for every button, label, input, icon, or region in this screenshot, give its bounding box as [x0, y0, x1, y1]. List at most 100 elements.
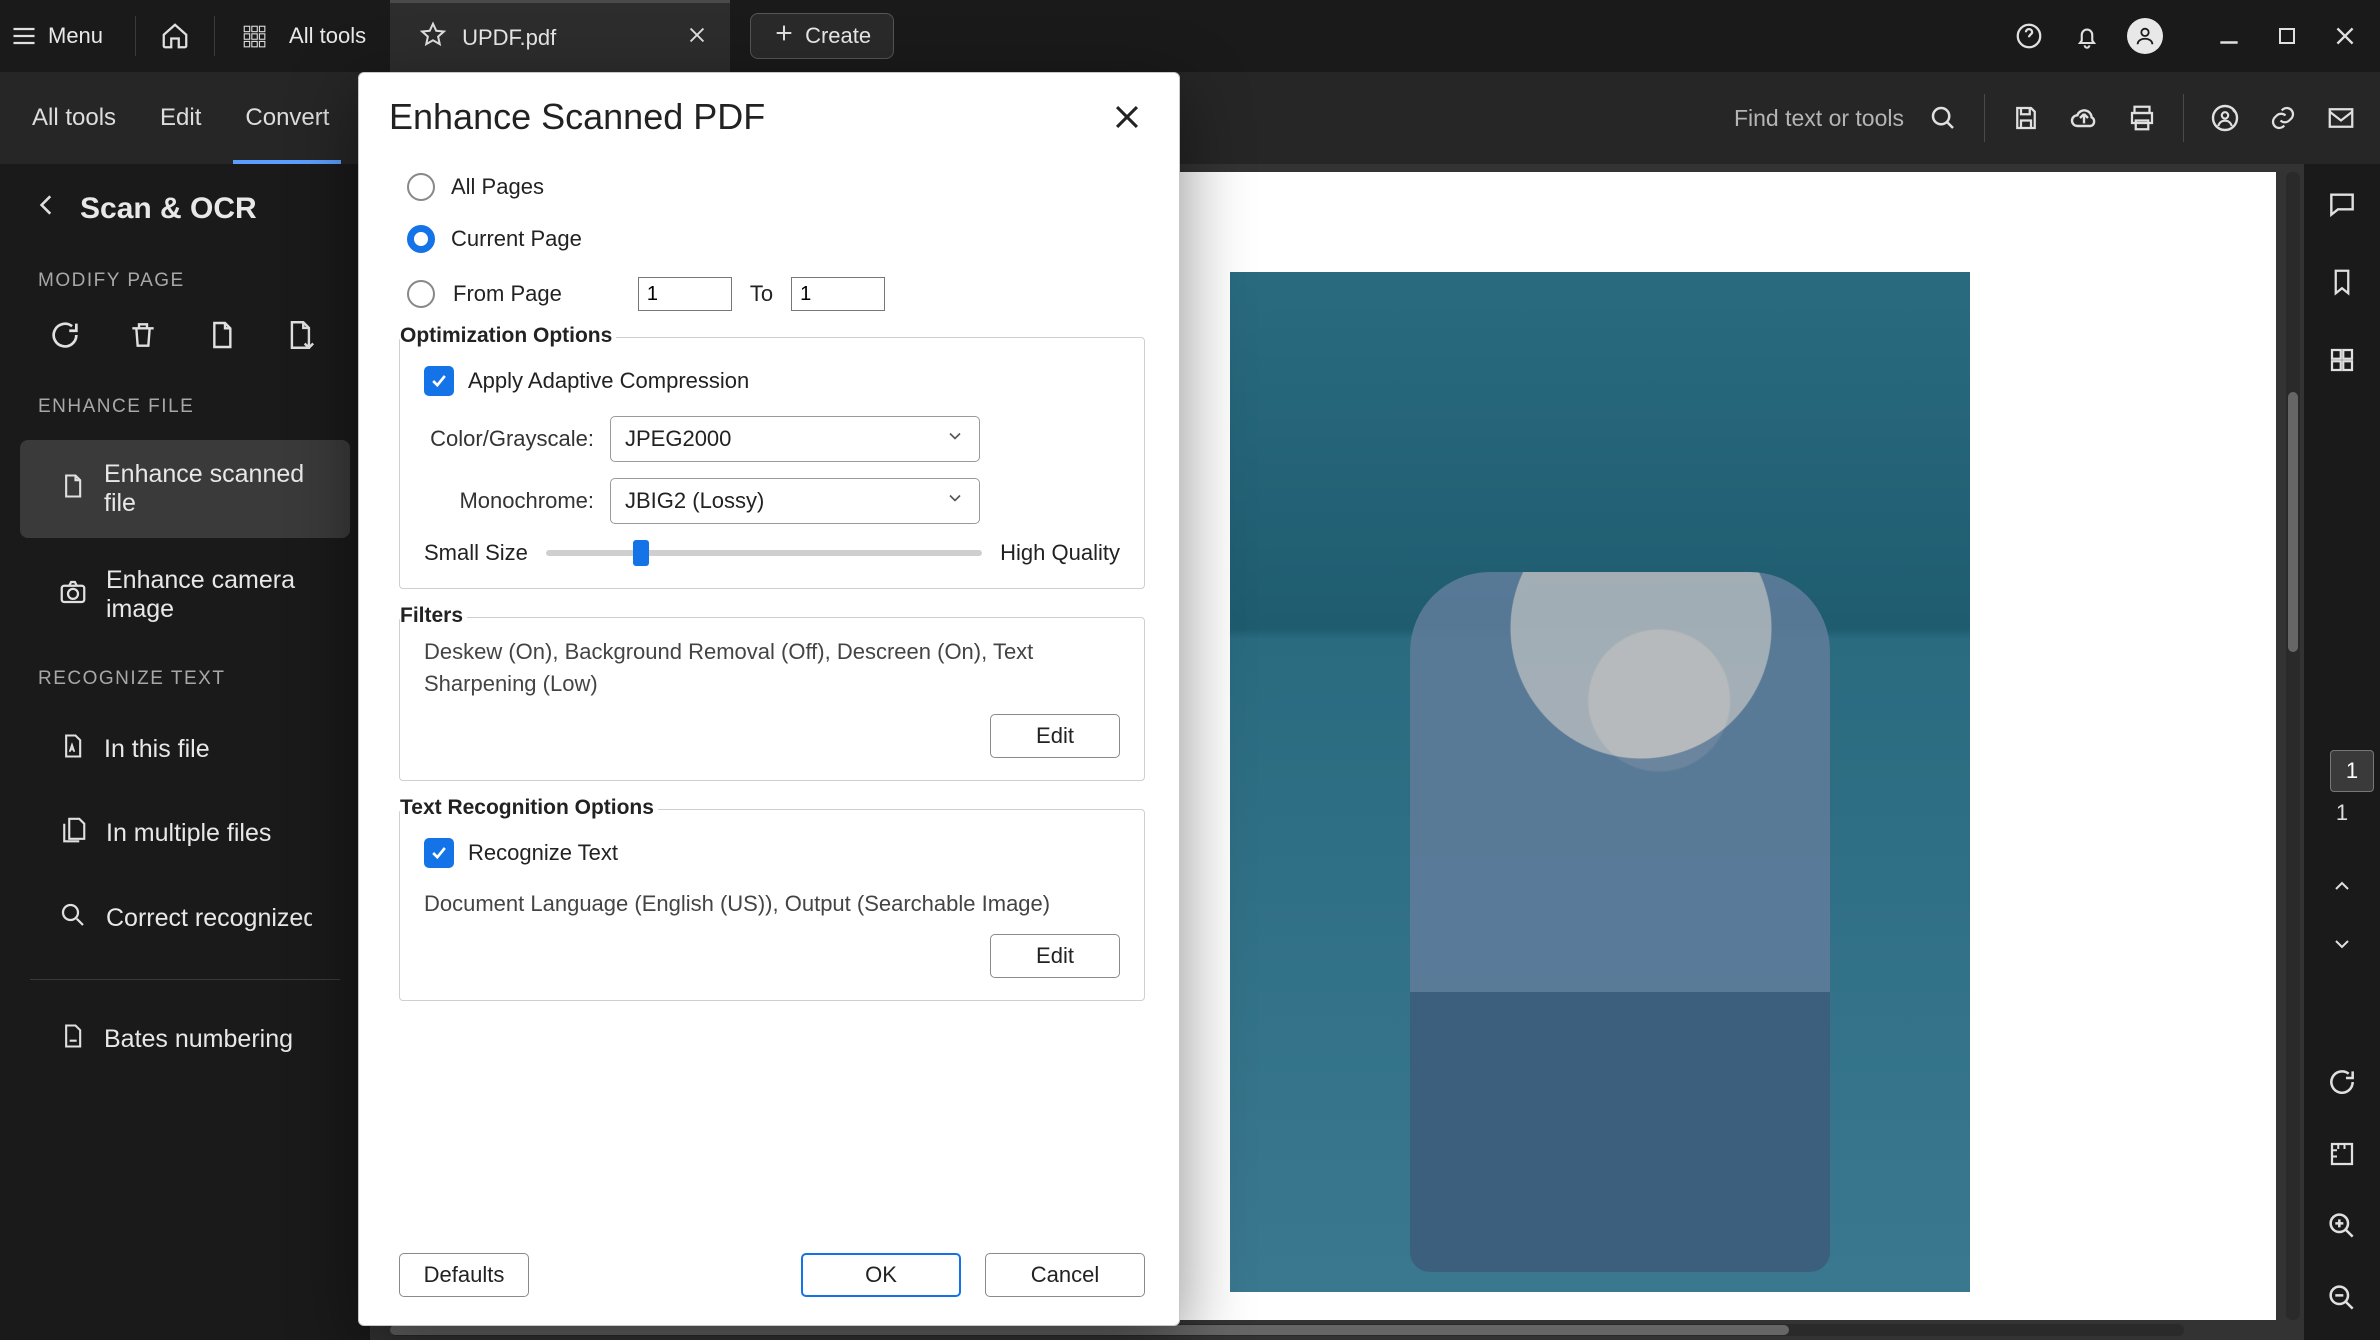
magnify-text-icon: [58, 900, 88, 937]
section-legend: Filters: [400, 604, 467, 628]
close-tab-icon[interactable]: [686, 24, 708, 52]
sidebar-item-bates-numbering[interactable]: Bates numbering: [20, 1002, 350, 1077]
tab-label: Convert: [245, 104, 329, 132]
search-icon[interactable]: [1914, 89, 1972, 147]
cancel-button[interactable]: Cancel: [985, 1253, 1145, 1297]
item-label: Correct recognized text: [106, 904, 312, 933]
documents-icon: [58, 815, 88, 852]
text-recognition-description: Document Language (English (US)), Output…: [424, 888, 1120, 920]
hamburger-icon[interactable]: [0, 0, 48, 72]
color-grayscale-select[interactable]: JPEG2000: [610, 416, 980, 462]
color-grayscale-label: Color/Grayscale:: [424, 426, 594, 452]
zoom-out-icon[interactable]: [2320, 1276, 2364, 1320]
vertical-scrollbar[interactable]: [2286, 172, 2300, 1320]
bates-icon: [58, 1022, 86, 1057]
dialog-title: Enhance Scanned PDF: [389, 96, 765, 138]
defaults-button[interactable]: Defaults: [399, 1253, 529, 1297]
camera-icon: [58, 577, 88, 614]
document-a-icon: [58, 732, 86, 767]
page-up-icon[interactable]: [2320, 864, 2364, 908]
sidebar-item-enhance-camera[interactable]: Enhance camera image: [20, 546, 350, 644]
sidebar-item-correct-recognized[interactable]: Correct recognized text: [20, 880, 350, 957]
ok-button[interactable]: OK: [801, 1253, 961, 1297]
link-icon[interactable]: [2254, 89, 2312, 147]
sidebar-item-in-this-file[interactable]: In this file: [20, 712, 350, 787]
checkbox-icon: [424, 366, 454, 396]
print-icon[interactable]: [2113, 89, 2171, 147]
thumbnails-panel-icon[interactable]: [2320, 338, 2364, 382]
help-icon[interactable]: [2004, 11, 2054, 61]
star-icon[interactable]: [418, 20, 448, 56]
radio-label: From Page: [453, 281, 562, 307]
mail-icon[interactable]: [2312, 89, 2370, 147]
all-tools-tab[interactable]: All tools: [289, 23, 366, 49]
section-modify-page: MODIFY PAGE: [0, 250, 370, 310]
radio-icon: [407, 280, 435, 308]
comments-panel-icon[interactable]: [2320, 182, 2364, 226]
radio-icon: [407, 225, 435, 253]
tab-label: Edit: [160, 104, 201, 132]
account-avatar[interactable]: [2120, 11, 2170, 61]
zoom-in-icon[interactable]: [2320, 1204, 2364, 1248]
filters-section: Filters Deskew (On), Background Removal …: [399, 617, 1145, 781]
save-icon[interactable]: [1997, 89, 2055, 147]
delete-icon[interactable]: [122, 314, 164, 356]
document-tab[interactable]: UPDF.pdf: [390, 0, 730, 72]
apply-adaptive-compression-checkbox[interactable]: Apply Adaptive Compression: [424, 366, 1120, 396]
apps-grid-icon[interactable]: [229, 11, 279, 61]
extract-page-icon[interactable]: [200, 314, 242, 356]
monochrome-select[interactable]: JBIG2 (Lossy): [610, 478, 980, 524]
rotate-view-icon[interactable]: [2320, 1060, 2364, 1104]
notifications-icon[interactable]: [2062, 11, 2112, 61]
window-close-icon[interactable]: [2320, 11, 2370, 61]
ruler-icon[interactable]: [2320, 1132, 2364, 1176]
to-page-input[interactable]: [791, 277, 885, 311]
radio-icon: [407, 173, 435, 201]
window-minimize-icon[interactable]: [2204, 11, 2254, 61]
tool-ribbon: All tools Edit Convert Find text or tool…: [0, 72, 2380, 164]
recognize-text-checkbox[interactable]: Recognize Text: [424, 838, 1120, 868]
section-enhance-file: ENHANCE FILE: [0, 376, 370, 436]
search-placeholder[interactable]: Find text or tools: [1734, 105, 1904, 132]
window-maximize-icon[interactable]: [2262, 11, 2312, 61]
from-page-input[interactable]: [638, 277, 732, 311]
button-label: OK: [865, 1262, 897, 1288]
plus-icon: [773, 22, 795, 50]
item-label: Enhance camera image: [106, 566, 312, 624]
sidebar-item-in-multiple-files[interactable]: In multiple files: [20, 795, 350, 872]
sidebar-item-enhance-scanned[interactable]: Enhance scanned file: [20, 440, 350, 538]
checkbox-label: Apply Adaptive Compression: [468, 368, 749, 394]
slider-thumb[interactable]: [633, 540, 649, 566]
create-button[interactable]: Create: [750, 13, 894, 59]
ribbon-tab-all-tools[interactable]: All tools: [10, 72, 138, 164]
window-titlebar: Menu All tools UPDF.pdf Create: [0, 0, 2380, 72]
text-recognition-section: Text Recognition Options Recognize Text …: [399, 809, 1145, 1001]
button-label: Edit: [1036, 943, 1074, 969]
select-value: JBIG2 (Lossy): [625, 488, 764, 514]
radio-all-pages[interactable]: All Pages: [407, 173, 1145, 201]
divider: [30, 979, 340, 980]
item-label: Bates numbering: [104, 1025, 293, 1054]
cloud-upload-icon[interactable]: [2055, 89, 2113, 147]
document-icon: [58, 472, 86, 507]
share-people-icon[interactable]: [2196, 89, 2254, 147]
text-recognition-edit-button[interactable]: Edit: [990, 934, 1120, 978]
bookmarks-panel-icon[interactable]: [2320, 260, 2364, 304]
chevron-down-icon: [945, 488, 965, 514]
ribbon-tab-edit[interactable]: Edit: [138, 72, 223, 164]
rotate-icon[interactable]: [44, 314, 86, 356]
radio-current-page[interactable]: Current Page: [407, 225, 1145, 253]
insert-page-icon[interactable]: [278, 314, 320, 356]
quality-slider[interactable]: [546, 550, 982, 556]
checkbox-icon: [424, 838, 454, 868]
close-dialog-icon[interactable]: [1105, 95, 1149, 139]
ribbon-tab-convert[interactable]: Convert: [223, 72, 351, 164]
enhance-scanned-pdf-dialog: Enhance Scanned PDF All Pages Current Pa…: [358, 72, 1180, 1326]
page-number-input[interactable]: 1: [2330, 750, 2374, 792]
page-down-icon[interactable]: [2320, 922, 2364, 966]
radio-from-page[interactable]: From Page To: [407, 277, 1145, 311]
filters-edit-button[interactable]: Edit: [990, 714, 1120, 758]
home-icon[interactable]: [150, 11, 200, 61]
back-chevron-icon[interactable]: [34, 192, 60, 226]
menu-label[interactable]: Menu: [48, 23, 103, 49]
